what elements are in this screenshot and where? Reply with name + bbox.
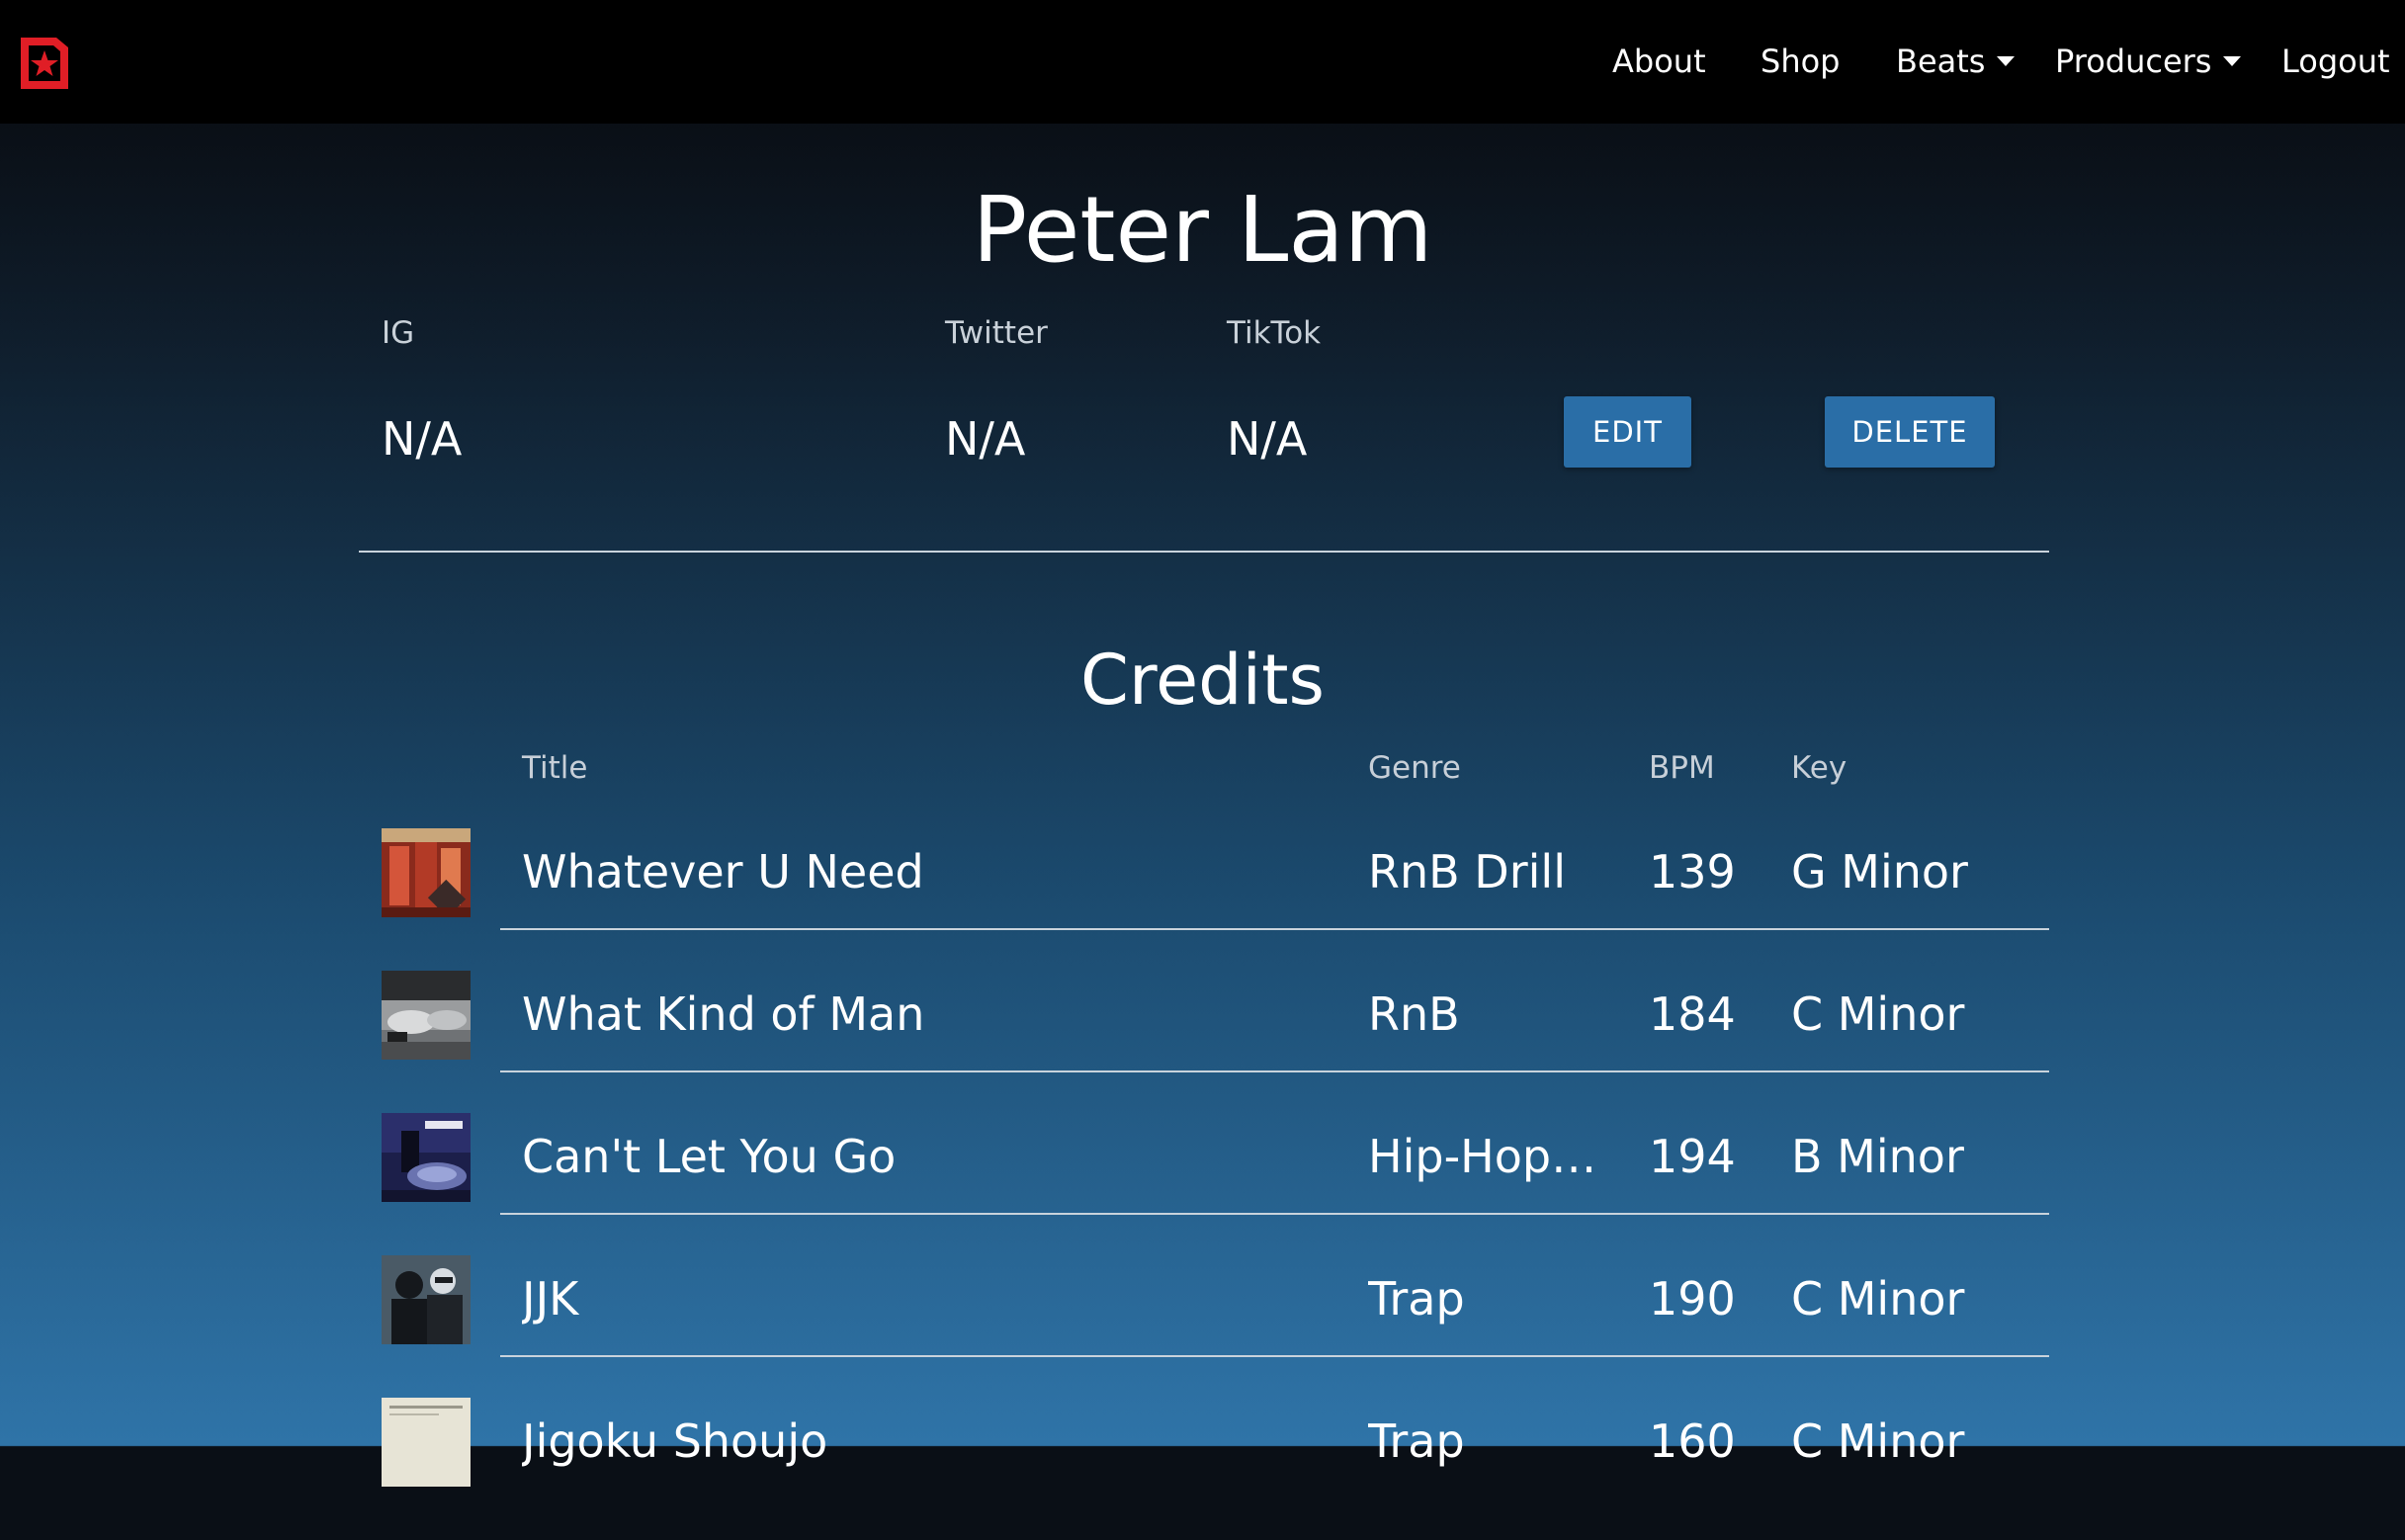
credit-key: G Minor: [1791, 845, 1968, 898]
edit-button[interactable]: EDIT: [1564, 396, 1691, 468]
delete-button[interactable]: DELETE: [1825, 396, 1995, 468]
credit-key: C Minor: [1791, 1272, 1965, 1326]
album-cover-image[interactable]: [382, 1398, 471, 1487]
row-divider: [500, 1070, 2049, 1072]
twitter-label: Twitter: [945, 315, 1048, 351]
credit-key: C Minor: [1791, 1414, 1965, 1468]
nav-about-link[interactable]: About: [1612, 38, 1706, 85]
section-divider: [359, 551, 2049, 553]
twitter-value: N/A: [945, 412, 1026, 466]
credit-key: C Minor: [1791, 987, 1965, 1041]
nav-producers-label: Producers: [2055, 43, 2212, 80]
credit-bpm: 139: [1649, 845, 1736, 898]
nav-beats-label: Beats: [1896, 43, 1986, 80]
credit-bpm: 194: [1649, 1130, 1736, 1183]
nav-logout-label: Logout: [2281, 43, 2390, 80]
credit-title[interactable]: Can't Let You Go: [522, 1125, 1313, 1188]
column-header-key: Key: [1791, 750, 1847, 786]
credit-title[interactable]: Jigoku Shoujo: [522, 1410, 1313, 1473]
credit-genre: Hip-Hop/...: [1368, 1130, 1605, 1183]
credit-row[interactable]: Jigoku Shoujo Trap 160 C Minor: [0, 1398, 2405, 1540]
album-cover-image[interactable]: [382, 828, 471, 917]
credit-genre: Trap: [1368, 1414, 1465, 1468]
beatstars-logo-icon[interactable]: [17, 34, 72, 93]
nav-shop-label: Shop: [1761, 43, 1841, 80]
row-divider: [500, 1213, 2049, 1215]
caret-down-icon: [2223, 56, 2242, 66]
credit-title[interactable]: What Kind of Man: [522, 983, 1313, 1046]
row-divider: [500, 1355, 2049, 1357]
tiktok-label: TikTok: [1227, 315, 1322, 351]
nav-producers-dropdown[interactable]: Producers: [2055, 38, 2242, 85]
tiktok-value: N/A: [1227, 412, 1308, 466]
credits-heading: Credits: [1080, 640, 1325, 721]
credit-row[interactable]: What Kind of Man RnB 184 C Minor: [0, 971, 2405, 1113]
credit-title[interactable]: Whatever U Need: [522, 840, 1313, 903]
row-divider: [500, 928, 2049, 930]
credit-title[interactable]: JJK: [522, 1267, 1313, 1330]
nav-about-label: About: [1612, 43, 1706, 80]
nav-beats-dropdown[interactable]: Beats: [1896, 38, 2016, 85]
producer-name-heading: Peter Lam: [972, 177, 1433, 283]
album-cover-image[interactable]: [382, 1255, 471, 1344]
credit-row[interactable]: Can't Let You Go Hip-Hop/... 194 B Minor: [0, 1113, 2405, 1255]
credit-genre: RnB: [1368, 987, 1460, 1041]
credit-genre: RnB Drill: [1368, 845, 1566, 898]
ig-value: N/A: [382, 412, 463, 466]
credit-row[interactable]: JJK Trap 190 C Minor: [0, 1255, 2405, 1398]
credit-key: B Minor: [1791, 1130, 1964, 1183]
nav-logout-link[interactable]: Logout: [2281, 38, 2390, 85]
ig-label: IG: [382, 315, 415, 351]
nav-shop-link[interactable]: Shop: [1761, 38, 1840, 85]
credit-genre: Trap: [1368, 1272, 1465, 1326]
album-cover-image[interactable]: [382, 971, 471, 1060]
column-header-title: Title: [522, 750, 588, 786]
top-navbar: About Shop Beats Producers Logout: [0, 0, 2405, 124]
caret-down-icon: [1997, 56, 2016, 66]
credit-bpm: 184: [1649, 987, 1736, 1041]
album-cover-image[interactable]: [382, 1113, 471, 1202]
credit-bpm: 160: [1649, 1414, 1736, 1468]
column-header-genre: Genre: [1368, 750, 1461, 786]
credit-bpm: 190: [1649, 1272, 1736, 1326]
column-header-bpm: BPM: [1649, 750, 1715, 786]
credit-row[interactable]: Whatever U Need RnB Drill 139 G Minor: [0, 828, 2405, 971]
